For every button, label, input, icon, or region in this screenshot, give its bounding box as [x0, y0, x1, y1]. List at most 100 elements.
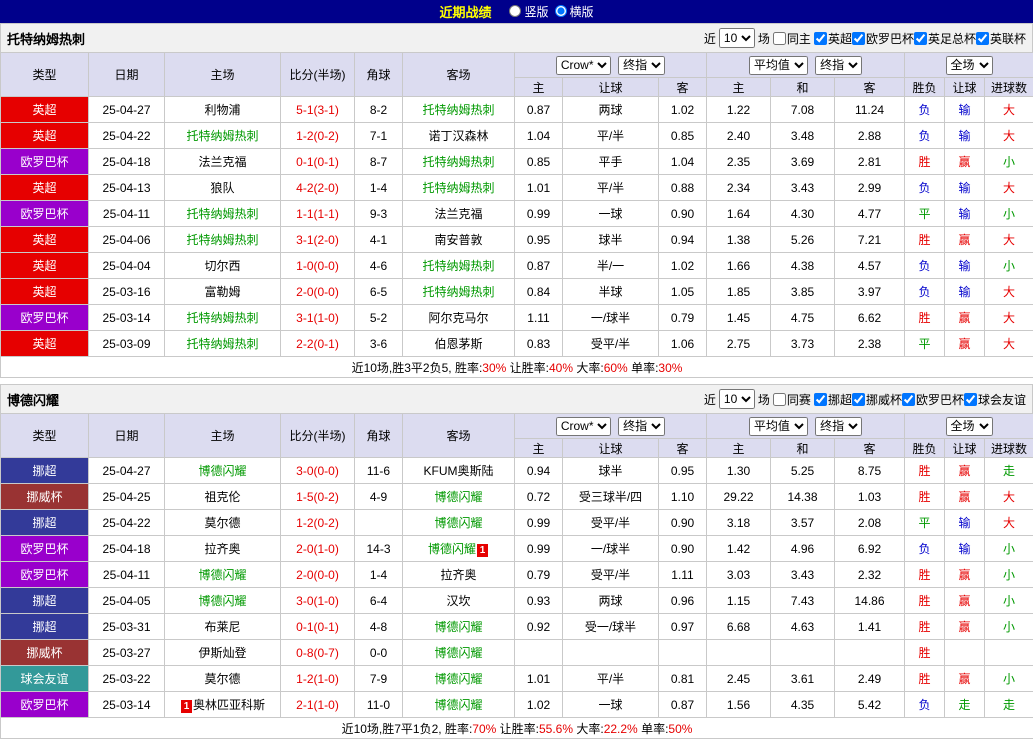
league-checkbox[interactable] — [914, 32, 927, 45]
match-score[interactable]: 2-1(1-0) — [281, 692, 355, 718]
team-name[interactable]: 莫尔德 — [165, 510, 281, 536]
league-checkbox[interactable] — [902, 393, 915, 406]
team-name[interactable]: 博德闪耀 — [165, 588, 281, 614]
team-name[interactable]: 诺丁汉森林 — [403, 123, 515, 149]
league-checkbox[interactable] — [814, 32, 827, 45]
team-name[interactable]: 托特纳姆热刺 — [403, 97, 515, 123]
league-filter[interactable]: 挪超 — [814, 391, 852, 408]
team-name[interactable]: 狼队 — [165, 175, 281, 201]
match-score[interactable]: 1-0(0-0) — [281, 253, 355, 279]
team-name[interactable]: 博德闪耀1 — [403, 536, 515, 562]
team-name[interactable]: 托特纳姆热刺 — [403, 253, 515, 279]
odds-final-select[interactable]: 终指 — [618, 56, 665, 75]
odds-final-select[interactable]: 终指 — [618, 417, 665, 436]
team-name[interactable]: 汉坎 — [403, 588, 515, 614]
team-name[interactable]: 伯恩茅斯 — [403, 331, 515, 357]
team-name[interactable]: 托特纳姆热刺 — [165, 201, 281, 227]
team-name[interactable]: 布莱尼 — [165, 614, 281, 640]
team-name[interactable]: 托特纳姆热刺 — [165, 331, 281, 357]
team-name[interactable]: 祖克伦 — [165, 484, 281, 510]
layout-radio[interactable] — [555, 5, 567, 17]
team-name[interactable]: 伊斯灿登 — [165, 640, 281, 666]
match-score[interactable]: 3-1(1-0) — [281, 305, 355, 331]
team-name[interactable]: 托特纳姆热刺 — [403, 279, 515, 305]
league-checkbox[interactable] — [852, 32, 865, 45]
team-name[interactable]: 切尔西 — [165, 253, 281, 279]
team-name[interactable]: 托特纳姆热刺 — [403, 149, 515, 175]
games-count-select[interactable]: 10 — [719, 389, 755, 409]
match-score[interactable]: 1-1(1-1) — [281, 201, 355, 227]
league-checkbox[interactable] — [976, 32, 989, 45]
avg-select[interactable]: 平均值 — [749, 417, 808, 436]
avg-select[interactable]: 平均值 — [749, 56, 808, 75]
match-score[interactable]: 2-2(0-1) — [281, 331, 355, 357]
match-score[interactable]: 2-0(1-0) — [281, 536, 355, 562]
match-score[interactable]: 3-1(2-0) — [281, 227, 355, 253]
team-name[interactable]: 阿尔克马尔 — [403, 305, 515, 331]
team-name[interactable]: 法兰克福 — [165, 149, 281, 175]
team-name[interactable]: KFUM奥斯陆 — [403, 458, 515, 484]
match-score[interactable]: 2-0(0-0) — [281, 562, 355, 588]
league-filter[interactable]: 英超 — [814, 30, 852, 47]
team-name[interactable]: 博德闪耀 — [403, 484, 515, 510]
team-name[interactable]: 利物浦 — [165, 97, 281, 123]
league-checkbox[interactable] — [814, 393, 827, 406]
team-name[interactable]: 南安普敦 — [403, 227, 515, 253]
team-name[interactable]: 托特纳姆热刺 — [165, 305, 281, 331]
result-handicap: 赢 — [945, 484, 985, 510]
league-checkbox[interactable] — [964, 393, 977, 406]
match-score[interactable]: 5-1(3-1) — [281, 97, 355, 123]
match-score[interactable]: 0-1(0-1) — [281, 149, 355, 175]
match-score[interactable]: 4-2(2-0) — [281, 175, 355, 201]
team-name[interactable]: 莫尔德 — [165, 666, 281, 692]
team-name[interactable]: 博德闪耀 — [403, 692, 515, 718]
match-score[interactable]: 1-2(0-2) — [281, 123, 355, 149]
same-checkbox[interactable] — [773, 393, 786, 406]
team-name[interactable]: 博德闪耀 — [165, 458, 281, 484]
scope-select[interactable]: 全场 — [946, 417, 993, 436]
scope-select[interactable]: 全场 — [946, 56, 993, 75]
team-name[interactable]: 博德闪耀 — [403, 614, 515, 640]
avg-final-select[interactable]: 终指 — [815, 56, 862, 75]
section-bar: 托特纳姆热刺 近 10 场 同主 英超欧罗巴杯英足总杯英联杯 — [0, 23, 1033, 52]
match-score[interactable]: 1-2(0-2) — [281, 510, 355, 536]
result-goals: 小 — [985, 588, 1033, 614]
league-filter[interactable]: 欧罗巴杯 — [902, 391, 964, 408]
match-score[interactable]: 3-0(1-0) — [281, 588, 355, 614]
match-score[interactable]: 3-0(0-0) — [281, 458, 355, 484]
league-filter[interactable]: 挪威杯 — [852, 391, 902, 408]
avg-final-select[interactable]: 终指 — [815, 417, 862, 436]
team-name[interactable]: 托特纳姆热刺 — [165, 123, 281, 149]
match-score[interactable]: 0-8(0-7) — [281, 640, 355, 666]
team-name[interactable]: 博德闪耀 — [403, 510, 515, 536]
odds-company-select[interactable]: Crow* — [556, 417, 611, 436]
layout-radio[interactable] — [509, 5, 521, 17]
match-row: 英超25-03-16富勒姆2-0(0-0)6-5托特纳姆热刺0.84半球1.05… — [1, 279, 1033, 305]
match-score[interactable]: 2-0(0-0) — [281, 279, 355, 305]
team-name[interactable]: 富勒姆 — [165, 279, 281, 305]
team-name[interactable]: 博德闪耀 — [403, 666, 515, 692]
same-checkbox[interactable] — [773, 32, 786, 45]
team-name[interactable]: 博德闪耀 — [403, 640, 515, 666]
team-name[interactable]: 拉齐奥 — [165, 536, 281, 562]
league-filter[interactable]: 英足总杯 — [914, 30, 976, 47]
team-name[interactable]: 托特纳姆热刺 — [165, 227, 281, 253]
layout-option[interactable]: 横版 — [555, 3, 594, 20]
team-name[interactable]: 法兰克福 — [403, 201, 515, 227]
same-filter[interactable]: 同赛 — [773, 391, 811, 408]
match-score[interactable]: 1-5(0-2) — [281, 484, 355, 510]
layout-option[interactable]: 竖版 — [509, 3, 548, 20]
team-name[interactable]: 托特纳姆热刺 — [403, 175, 515, 201]
league-checkbox[interactable] — [852, 393, 865, 406]
team-name[interactable]: 拉齐奥 — [403, 562, 515, 588]
same-filter[interactable]: 同主 — [773, 30, 811, 47]
league-filter[interactable]: 球会友谊 — [964, 391, 1026, 408]
team-name[interactable]: 博德闪耀 — [165, 562, 281, 588]
league-filter[interactable]: 欧罗巴杯 — [852, 30, 914, 47]
match-score[interactable]: 1-2(1-0) — [281, 666, 355, 692]
games-count-select[interactable]: 10 — [719, 28, 755, 48]
team-name[interactable]: 1奥林匹亚科斯 — [165, 692, 281, 718]
match-score[interactable]: 0-1(0-1) — [281, 614, 355, 640]
league-filter[interactable]: 英联杯 — [976, 30, 1026, 47]
odds-company-select[interactable]: Crow* — [556, 56, 611, 75]
